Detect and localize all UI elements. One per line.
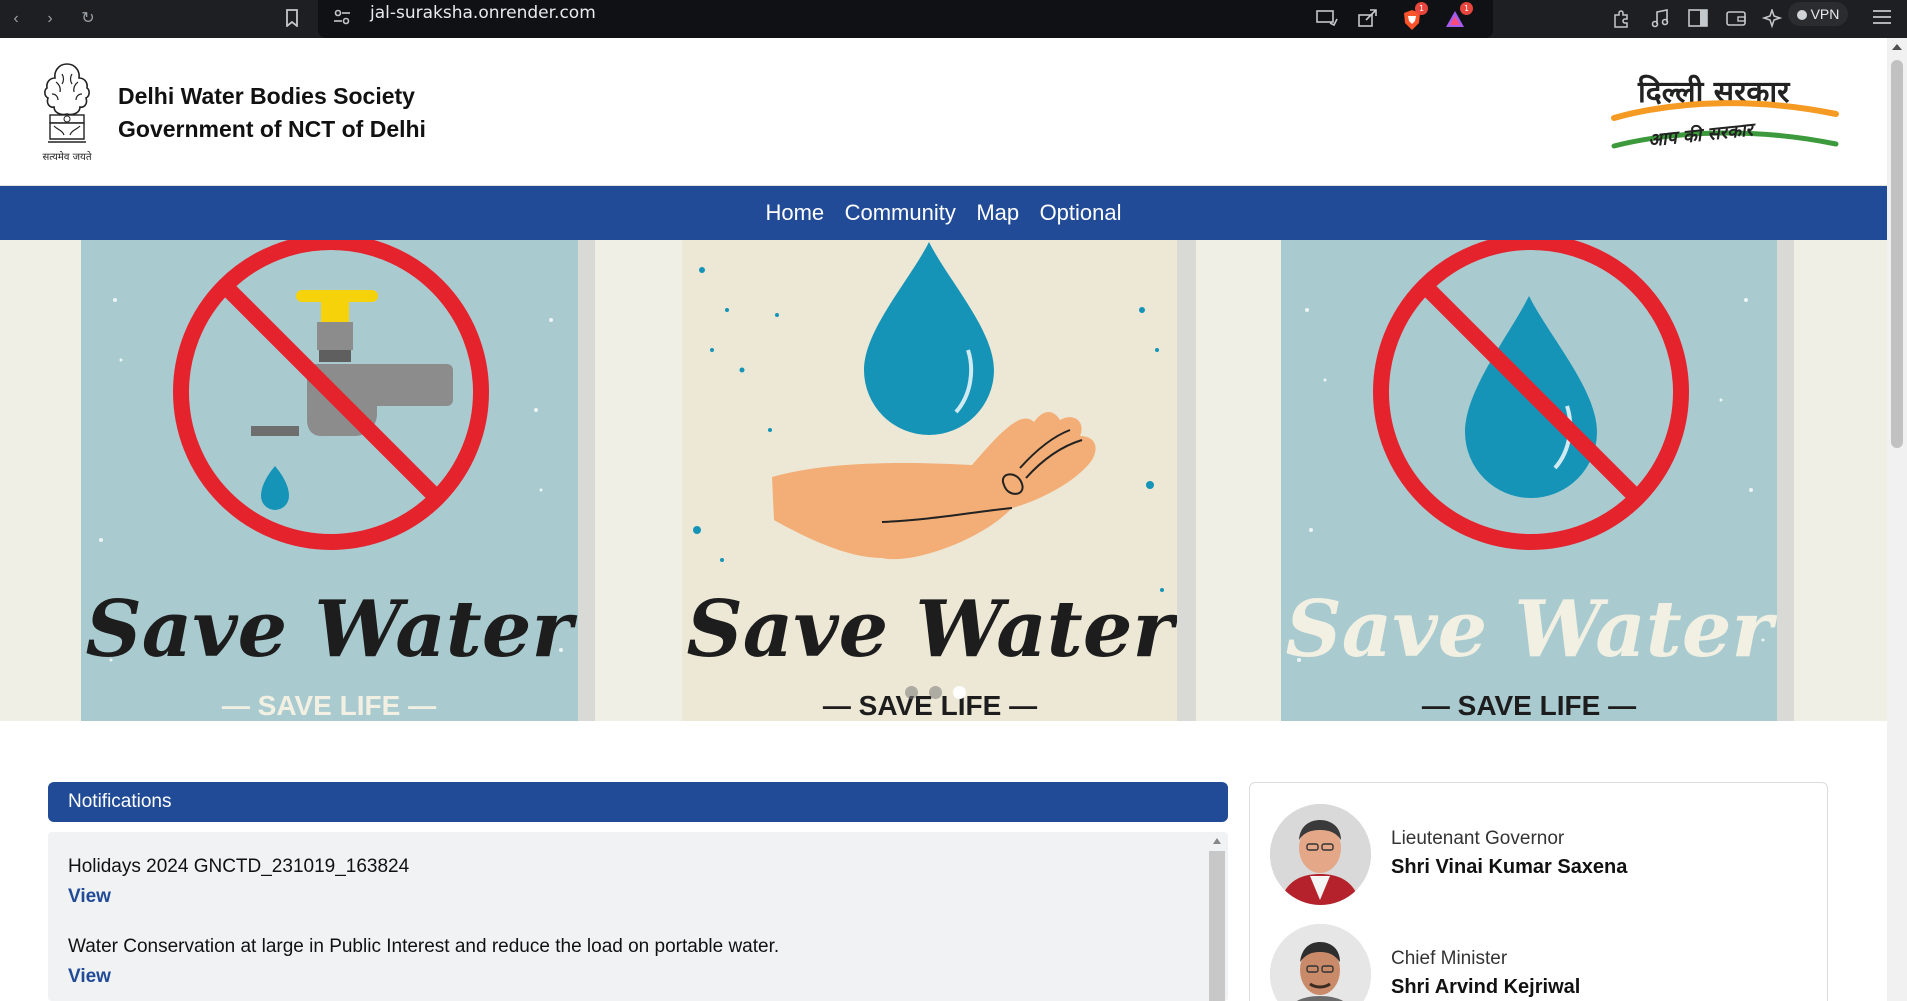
notifications-scrollbar[interactable] xyxy=(1209,851,1225,1001)
carousel-indicators xyxy=(905,686,977,704)
nav-community[interactable]: Community xyxy=(845,186,956,240)
url-text[interactable]: jal-suraksha.onrender.com xyxy=(370,0,596,27)
poster-edge xyxy=(1777,240,1794,721)
dignitary-role: Lieutenant Governor xyxy=(1391,828,1565,849)
nav-map[interactable]: Map xyxy=(976,186,1019,240)
carousel-slide-1[interactable]: Save Water — SAVE LIFE — xyxy=(81,240,578,721)
page-scrollbar[interactable] xyxy=(1887,38,1907,1001)
vpn-status-icon xyxy=(1796,10,1807,20)
wallet-icon[interactable] xyxy=(1726,9,1746,29)
rewards-count-badge: 1 xyxy=(1460,2,1473,15)
share-icon[interactable] xyxy=(1358,9,1378,29)
bookmark-icon[interactable] xyxy=(282,9,302,29)
site-header: सत्यमेव जयते Delhi Water Bodies Society … xyxy=(0,38,1887,186)
media-icon[interactable] xyxy=(1650,9,1670,29)
back-icon[interactable]: ‹ xyxy=(6,9,26,29)
carousel-indicator-1[interactable] xyxy=(905,686,918,699)
poster-edge xyxy=(578,240,595,721)
menu-icon[interactable] xyxy=(1872,9,1892,29)
reload-icon[interactable]: ↻ xyxy=(78,9,98,29)
carousel-slide-3[interactable]: Save Water — SAVE LIFE — xyxy=(1281,240,1777,721)
notification-view-link[interactable]: View xyxy=(68,886,111,908)
vpn-label: VPN xyxy=(1810,6,1840,22)
carousel-indicator-3[interactable] xyxy=(953,686,966,699)
leo-ai-icon[interactable] xyxy=(1761,7,1783,29)
slide-1-title: Save Water xyxy=(85,584,577,675)
dignitary-role: Chief Minister xyxy=(1391,948,1508,969)
org-name-line1: Delhi Water Bodies Society xyxy=(118,83,415,109)
nav-optional[interactable]: Optional xyxy=(1040,186,1122,240)
scroll-thumb[interactable] xyxy=(1891,60,1903,448)
shields-count-badge: 1 xyxy=(1415,2,1428,15)
scroll-up-icon[interactable] xyxy=(1892,44,1902,50)
delhi-sarkar-logo: दिल्ली सरकार आप की सरकार xyxy=(1611,74,1839,151)
notification-text: Holidays 2024 GNCTD_231019_163824 xyxy=(68,856,410,877)
notification-text: Water Conservation at large in Public In… xyxy=(68,936,780,957)
list-scroll-up-icon[interactable] xyxy=(1213,838,1221,844)
notification-view-link[interactable]: View xyxy=(68,966,111,988)
org-name: Delhi Water Bodies Society Government of… xyxy=(118,80,426,146)
national-emblem-icon: सत्यमेव जयते xyxy=(42,63,92,163)
notifications-list[interactable]: Holidays 2024 GNCTD_231019_163824 View W… xyxy=(48,832,1228,1001)
nav-home[interactable]: Home xyxy=(765,186,824,240)
cast-icon[interactable] xyxy=(1316,9,1338,29)
logo-line2: आप की सरकार xyxy=(1647,118,1757,151)
browser-toolbar: ‹ › ↻ jal-suraksha.onrender.com 1 1 VPN xyxy=(0,0,1907,38)
slide-2-title: Save Water xyxy=(686,584,1177,675)
notifications-header: Notifications xyxy=(48,782,1228,822)
dignitary-name: Shri Vinai Kumar Saxena xyxy=(1391,856,1628,878)
avatar xyxy=(1270,924,1371,1001)
forward-icon[interactable]: › xyxy=(40,9,60,29)
site-info-icon[interactable] xyxy=(332,9,352,29)
sidebar-icon[interactable] xyxy=(1688,9,1708,29)
dignitary-name: Shri Arvind Kejriwal xyxy=(1391,976,1581,998)
slide-1-subtitle: — SAVE LIFE — xyxy=(222,690,436,721)
carousel-slide-2[interactable]: Save Water — SAVE LIFE — xyxy=(682,240,1177,721)
extensions-icon[interactable] xyxy=(1612,9,1632,29)
slide-3-title: Save Water xyxy=(1285,584,1777,675)
poster-edge xyxy=(1177,240,1196,721)
avatar xyxy=(1270,804,1371,905)
dignitaries-card: Lieutenant Governor Shri Vinai Kumar Sax… xyxy=(1249,782,1828,1001)
hero-carousel[interactable]: Save Water — SAVE LIFE — Save Water — SA… xyxy=(0,240,1887,721)
main-nav: Home Community Map Optional xyxy=(0,186,1887,240)
emblem-motto: सत्यमेव जयते xyxy=(42,151,91,163)
carousel-indicator-2[interactable] xyxy=(929,686,942,699)
slide-3-subtitle: — SAVE LIFE — xyxy=(1422,690,1636,721)
vpn-button[interactable]: VPN xyxy=(1788,2,1848,26)
org-name-line2: Government of NCT of Delhi xyxy=(118,116,426,142)
